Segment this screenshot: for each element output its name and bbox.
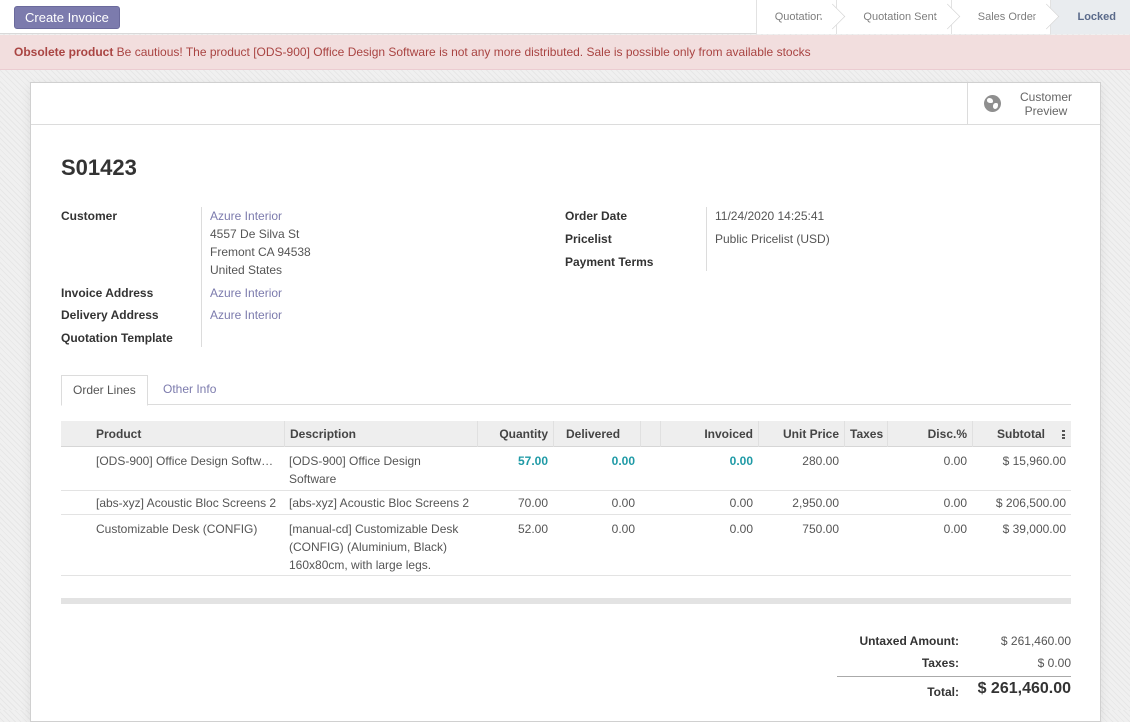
pricelist-label: Pricelist: [565, 232, 612, 246]
row-discount: 0.00: [943, 522, 967, 536]
totals-divider: [837, 676, 1071, 677]
column-header-product[interactable]: Product: [91, 421, 284, 447]
untaxed-amount-value: $ 261,460.00: [1000, 634, 1071, 648]
delivery-address-label: Delivery Address: [61, 308, 159, 322]
order-lines-table: Product Description Quantity Delivered I…: [61, 421, 1071, 576]
row-invoiced: 0.00: [729, 496, 753, 510]
total-label: Total:: [927, 685, 959, 699]
tab-other-info[interactable]: Other Info: [152, 375, 227, 406]
pricelist-value: Public Pricelist (USD): [715, 232, 830, 246]
row-description: [manual-cd] Customizable Desk (CONFIG) (…: [289, 522, 459, 572]
order-date-value: 11/24/2020 14:25:41: [715, 209, 825, 223]
taxes-label: Taxes:: [921, 656, 959, 670]
stage-pipeline: Quotation Quotation Sent Sales Order Loc…: [755, 0, 1130, 34]
column-header-taxes[interactable]: Taxes: [844, 421, 887, 447]
payment-terms-label: Payment Terms: [565, 255, 654, 269]
notebook-tabs: Order Lines Other Info: [61, 375, 1071, 406]
invoice-address-label: Invoice Address: [61, 286, 154, 300]
table-header: Product Description Quantity Delivered I…: [61, 421, 1071, 447]
table-row[interactable]: [ODS-900] Office Design Softw… [ODS-900]…: [61, 447, 1071, 491]
globe-icon: [984, 95, 1001, 112]
customer-field: Azure Interior 4557 De Silva St Fremont …: [210, 207, 311, 279]
row-subtotal: $ 15,960.00: [1002, 454, 1066, 468]
row-quantity: 52.00: [517, 522, 548, 536]
table-row[interactable]: Customizable Desk (CONFIG) [manual-cd] C…: [61, 515, 1071, 576]
stage-quotation-sent[interactable]: Quotation Sent: [836, 0, 951, 34]
alert-title: Obsolete product: [14, 45, 114, 59]
row-description: [abs-xyz] Acoustic Bloc Screens 2: [289, 496, 470, 510]
column-header-quantity[interactable]: Quantity: [477, 421, 553, 447]
customer-address-line-1: 4557 De Silva St: [210, 227, 300, 241]
horizontal-scrollbar[interactable]: [61, 598, 1071, 604]
row-unit-price: 280.00: [802, 454, 839, 468]
row-delivered: 0.00: [611, 522, 635, 536]
column-header-unit-price[interactable]: Unit Price: [758, 421, 844, 447]
taxes-value: $ 0.00: [1037, 656, 1071, 670]
form-sheet: Customer Preview S01423 Customer Azure I…: [30, 82, 1101, 722]
order-date-label: Order Date: [565, 209, 628, 223]
untaxed-amount-label: Untaxed Amount:: [859, 634, 959, 648]
optional-columns-kebab-icon[interactable]: [1062, 430, 1065, 439]
row-delivered: 0.00: [611, 454, 635, 468]
delivery-address-link[interactable]: Azure Interior: [210, 306, 282, 324]
quotation-template-label: Quotation Template: [61, 331, 173, 345]
invoice-address-link[interactable]: Azure Interior: [210, 284, 282, 302]
stage-locked[interactable]: Locked: [1050, 0, 1130, 34]
button-box: Customer Preview: [31, 83, 1100, 125]
column-header-description[interactable]: Description: [284, 421, 477, 447]
row-subtotal: $ 39,000.00: [1002, 522, 1066, 536]
row-unit-price: 750.00: [802, 522, 839, 536]
row-product: [ODS-900] Office Design Softw…: [96, 454, 274, 468]
left-field-separator: [201, 207, 202, 347]
stage-sales-order[interactable]: Sales Order: [950, 0, 1051, 34]
column-header-discount[interactable]: Disc.%: [887, 421, 972, 447]
create-invoice-button[interactable]: Create Invoice: [14, 6, 120, 29]
column-header-subtotal[interactable]: Subtotal: [972, 421, 1071, 447]
status-bar: Create Invoice Quotation Quotation Sent …: [0, 0, 1130, 34]
row-unit-price: 2,950.00: [792, 496, 839, 510]
stage-quotation[interactable]: Quotation: [755, 0, 837, 34]
column-header-invoiced[interactable]: Invoiced: [660, 421, 758, 447]
column-header-delivered[interactable]: Delivered: [553, 421, 640, 447]
column-header-spacer: [640, 421, 660, 447]
tab-order-lines[interactable]: Order Lines: [61, 375, 148, 406]
row-discount: 0.00: [943, 496, 967, 510]
row-quantity: 57.00: [517, 454, 548, 468]
customer-preview-button[interactable]: Customer Preview: [967, 83, 1100, 124]
alert-message: Be cautious! The product [ODS-900] Offic…: [113, 45, 811, 59]
customer-preview-label: Customer Preview: [1019, 89, 1072, 118]
row-quantity: 70.00: [517, 496, 548, 510]
row-description: [ODS-900] Office Design Software: [289, 454, 421, 486]
total-value: $ 261,460.00: [977, 680, 1071, 697]
row-product: Customizable Desk (CONFIG): [96, 522, 258, 536]
row-invoiced: 0.00: [729, 522, 753, 536]
customer-address-line-2: Fremont CA 94538: [210, 245, 311, 259]
table-row[interactable]: [abs-xyz] Acoustic Bloc Screens 2 [abs-x…: [61, 491, 1071, 515]
row-subtotal: $ 206,500.00: [995, 496, 1066, 510]
customer-link[interactable]: Azure Interior: [210, 207, 311, 225]
row-invoiced: 0.00: [729, 454, 753, 468]
right-field-separator: [706, 207, 707, 271]
row-product: [abs-xyz] Acoustic Bloc Screens 2: [96, 496, 277, 510]
row-discount: 0.00: [943, 454, 967, 468]
customer-label: Customer: [61, 209, 118, 223]
obsolete-product-alert: Obsolete product Be cautious! The produc…: [0, 35, 1130, 70]
customer-address-line-3: United States: [210, 263, 283, 277]
row-delivered: 0.00: [611, 496, 635, 510]
order-title: S01423: [61, 155, 137, 180]
